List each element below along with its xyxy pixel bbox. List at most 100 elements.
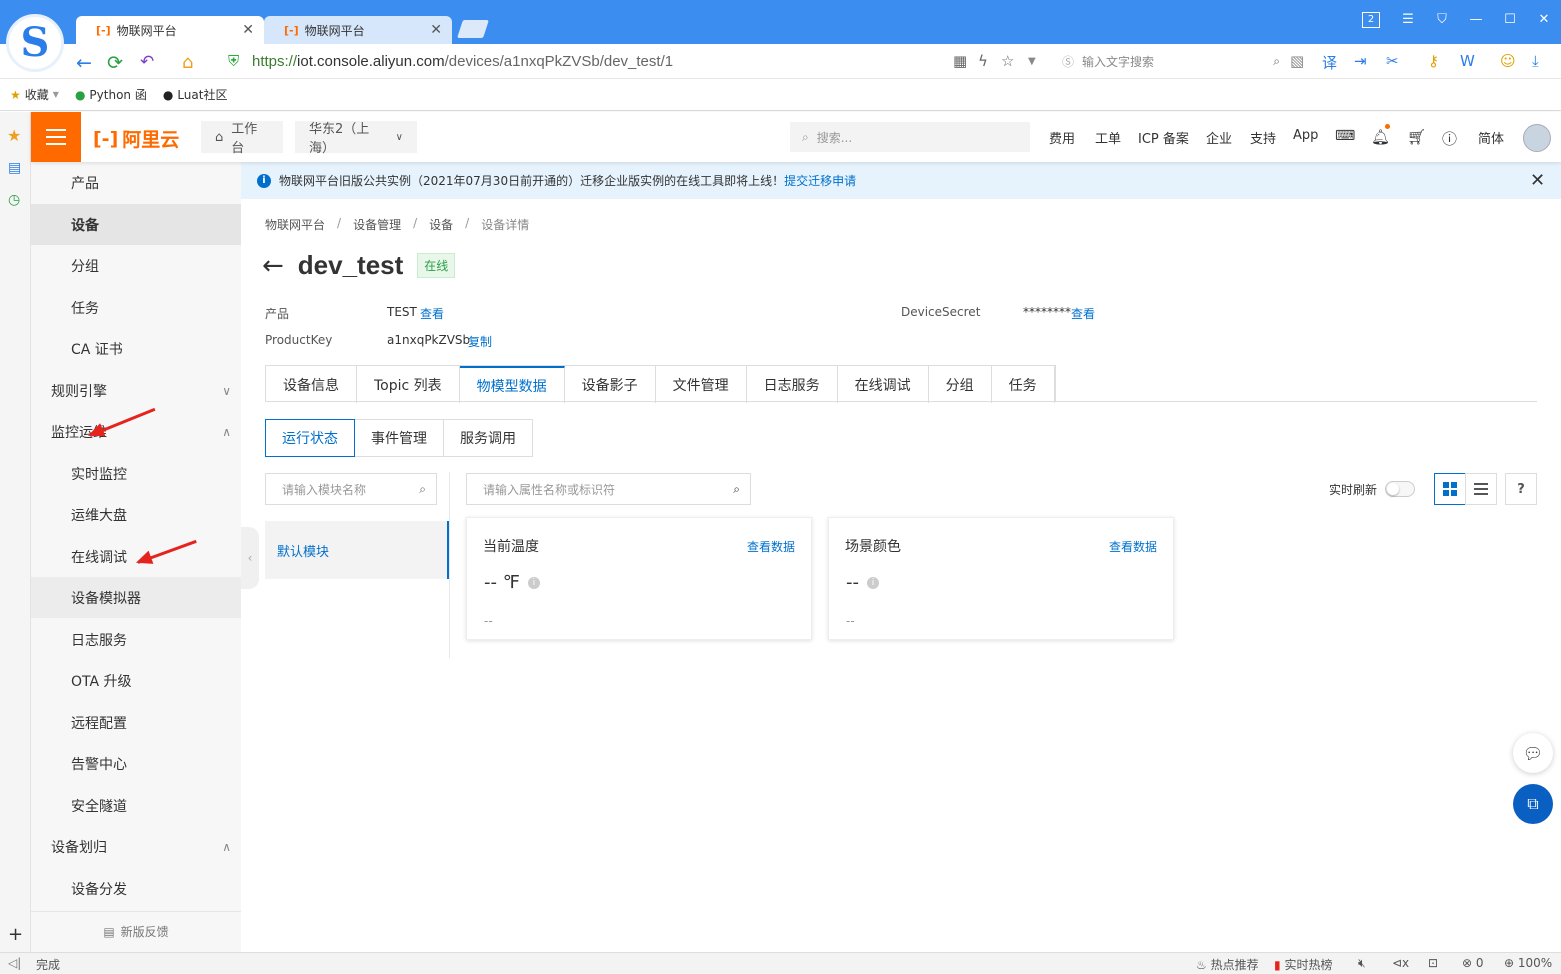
language-switch[interactable]: 简体 bbox=[1478, 128, 1504, 147]
nav-item-device-simulator[interactable]: 设备模拟器 bbox=[31, 577, 241, 618]
tab-online-debug[interactable]: 在线调试 bbox=[838, 366, 929, 403]
header-link-support[interactable]: 支持 bbox=[1250, 128, 1276, 147]
card-view-button[interactable] bbox=[1434, 473, 1466, 505]
breadcrumb-item[interactable]: 物联网平台 bbox=[265, 216, 325, 233]
nav-item-ops-dashboard[interactable]: 运维大盘 bbox=[31, 494, 241, 535]
scissors-icon[interactable]: ✂ bbox=[1386, 52, 1399, 70]
header-link-enterprise[interactable]: 企业 bbox=[1206, 128, 1232, 147]
console-search-input[interactable]: ⌕ 搜索... bbox=[790, 122, 1030, 152]
browser-tab-active[interactable]: [-] 物联网平台 ✕ bbox=[76, 16, 264, 44]
qrcode-icon[interactable]: ▦ bbox=[953, 52, 967, 70]
breadcrumb-item[interactable]: 设备管理 bbox=[353, 216, 401, 233]
close-icon[interactable]: ✕ bbox=[1530, 170, 1545, 191]
tab-tsl-data[interactable]: 物模型数据 bbox=[459, 366, 565, 403]
cart-icon[interactable]: 🛒︎ bbox=[1407, 128, 1426, 146]
word-icon[interactable]: W bbox=[1460, 52, 1475, 70]
search-icon[interactable]: ⌕ bbox=[1273, 54, 1280, 69]
header-link-app[interactable]: App bbox=[1293, 128, 1318, 143]
window-count-badge[interactable]: 2 bbox=[1362, 12, 1380, 28]
menu-icon[interactable]: ☰ bbox=[1396, 12, 1420, 27]
adblock-icon[interactable]: ⊗ 0 bbox=[1462, 956, 1484, 970]
header-link-ticket[interactable]: 工单 bbox=[1095, 128, 1121, 147]
feedback-button[interactable]: ▤ 新版反馈 bbox=[31, 911, 241, 951]
hot-news-link[interactable]: ♨ 热点推荐 bbox=[1196, 956, 1259, 973]
help-icon[interactable]: ⓘ bbox=[1442, 128, 1457, 149]
nav-group-rule-engine[interactable]: 规则引擎 ∨ bbox=[31, 370, 241, 411]
tab-close-icon[interactable]: ✕ bbox=[242, 22, 254, 38]
aliyun-logo[interactable]: [-] 阿里云 bbox=[93, 125, 179, 152]
download-icon[interactable]: ⤓ bbox=[1532, 52, 1539, 70]
subtab-running-status[interactable]: 运行状态 bbox=[265, 419, 355, 457]
browser-search-input[interactable]: Ⓢ 输入文字搜索 ⌕ bbox=[1058, 47, 1280, 75]
nav-item-remote-config[interactable]: 远程配置 bbox=[31, 702, 241, 743]
module-list-item[interactable]: 默认模块 bbox=[265, 521, 449, 579]
tab-log-service[interactable]: 日志服务 bbox=[747, 366, 838, 403]
attribute-search-input[interactable]: 请输入属性名称或标识符 ⌕ bbox=[466, 473, 751, 505]
lock-icon[interactable]: ⊡ bbox=[1428, 956, 1438, 970]
bookmark-python[interactable]: ● Python 函 bbox=[75, 86, 147, 103]
view-data-link[interactable]: 查看数据 bbox=[1109, 538, 1157, 555]
breadcrumb-item[interactable]: 设备 bbox=[429, 216, 453, 233]
header-link-billing[interactable]: 费用 bbox=[1049, 128, 1075, 147]
star-icon[interactable]: ☆ bbox=[1001, 52, 1014, 70]
reader-icon[interactable]: ▤ bbox=[8, 160, 21, 176]
ext-3-icon[interactable]: ⇥ bbox=[1354, 52, 1367, 70]
tab-device-info[interactable]: 设备信息 bbox=[266, 366, 357, 403]
devicesecret-view-link[interactable]: 查看 bbox=[1071, 305, 1095, 322]
bookmark-luat[interactable]: ● Luat社区 bbox=[163, 86, 228, 103]
add-icon[interactable]: + bbox=[8, 924, 23, 945]
module-search-input[interactable]: 请输入模块名称 ⌕ bbox=[265, 473, 437, 505]
emoji-icon[interactable]: ☺ bbox=[1500, 52, 1516, 70]
browser-tab[interactable]: [-] 物联网平台 ✕ bbox=[264, 16, 452, 44]
tab-task[interactable]: 任务 bbox=[992, 366, 1055, 403]
realtime-hot-link[interactable]: ▮ 实时热榜 bbox=[1274, 956, 1332, 973]
nav-item-group[interactable]: 分组 bbox=[31, 245, 241, 286]
header-link-icp[interactable]: ICP 备案 bbox=[1138, 128, 1189, 147]
nav-collapse-handle[interactable]: ‹ bbox=[241, 527, 259, 589]
volume-icon[interactable]: ⊲x bbox=[1392, 956, 1409, 970]
tab-close-icon[interactable]: ✕ bbox=[430, 22, 442, 38]
chat-float-button[interactable]: 💬︎ bbox=[1513, 733, 1553, 773]
maximize-icon[interactable]: ☐ bbox=[1498, 12, 1522, 27]
nav-item-device[interactable]: 设备 bbox=[31, 204, 241, 245]
avatar[interactable] bbox=[1523, 124, 1551, 152]
help-button[interactable]: ? bbox=[1505, 473, 1537, 505]
bookmark-favorites[interactable]: ★ 收藏 ▼ bbox=[10, 86, 59, 103]
skin-icon[interactable]: ⛉ bbox=[1430, 12, 1454, 27]
zoom-control[interactable]: ⊕ 100% bbox=[1504, 956, 1552, 970]
apps-float-button[interactable]: ⧉ bbox=[1513, 784, 1553, 824]
nav-group-device-assign[interactable]: 设备划归 ∧ bbox=[31, 826, 241, 867]
tab-device-shadow[interactable]: 设备影子 bbox=[565, 366, 656, 403]
nav-item-task[interactable]: 任务 bbox=[31, 287, 241, 328]
nav-item-secure-tunnel[interactable]: 安全隧道 bbox=[31, 785, 241, 826]
panel-toggle-icon[interactable]: ◁| bbox=[8, 956, 21, 970]
history-icon[interactable]: ◷ bbox=[8, 192, 20, 208]
tab-group[interactable]: 分组 bbox=[929, 366, 992, 403]
mute-icon[interactable]: 🔇︎ bbox=[1358, 956, 1366, 971]
info-icon[interactable]: i bbox=[527, 576, 540, 589]
product-view-link[interactable]: 查看 bbox=[420, 305, 444, 322]
ext-1-icon[interactable]: ▧ bbox=[1290, 52, 1304, 70]
info-icon[interactable]: i bbox=[867, 576, 879, 589]
view-data-link[interactable]: 查看数据 bbox=[747, 538, 795, 555]
nav-item-alarm-center[interactable]: 告警中心 bbox=[31, 743, 241, 784]
nav-item-realtime-monitor[interactable]: 实时监控 bbox=[31, 453, 241, 494]
nav-item-ota[interactable]: OTA 升级 bbox=[31, 660, 241, 701]
refresh-icon[interactable]: ⟳ bbox=[107, 52, 123, 74]
tab-file-management[interactable]: 文件管理 bbox=[656, 366, 747, 403]
nav-item-device-dispatch[interactable]: 设备分发 bbox=[31, 868, 241, 909]
back-arrow-icon[interactable]: ← bbox=[262, 251, 284, 281]
key-icon[interactable]: ⚷ bbox=[1428, 52, 1439, 70]
notice-link[interactable]: 提交迁移申请 bbox=[784, 174, 856, 188]
hamburger-menu-button[interactable] bbox=[31, 112, 81, 162]
undo-icon[interactable]: ↶ bbox=[140, 52, 154, 72]
nav-item-product[interactable]: 产品 bbox=[31, 162, 241, 203]
chevron-down-icon[interactable]: ▼ bbox=[1028, 56, 1036, 67]
list-view-button[interactable] bbox=[1465, 473, 1497, 505]
terminal-icon[interactable]: ⌨ bbox=[1335, 128, 1355, 144]
nav-item-ca-cert[interactable]: CA 证书 bbox=[31, 328, 241, 369]
home-icon[interactable]: ⌂ bbox=[182, 52, 193, 73]
search-icon[interactable]: ⌕ bbox=[419, 482, 426, 497]
productkey-copy-link[interactable]: 复制 bbox=[468, 333, 492, 350]
window-close-icon[interactable]: ✕ bbox=[1532, 12, 1556, 27]
